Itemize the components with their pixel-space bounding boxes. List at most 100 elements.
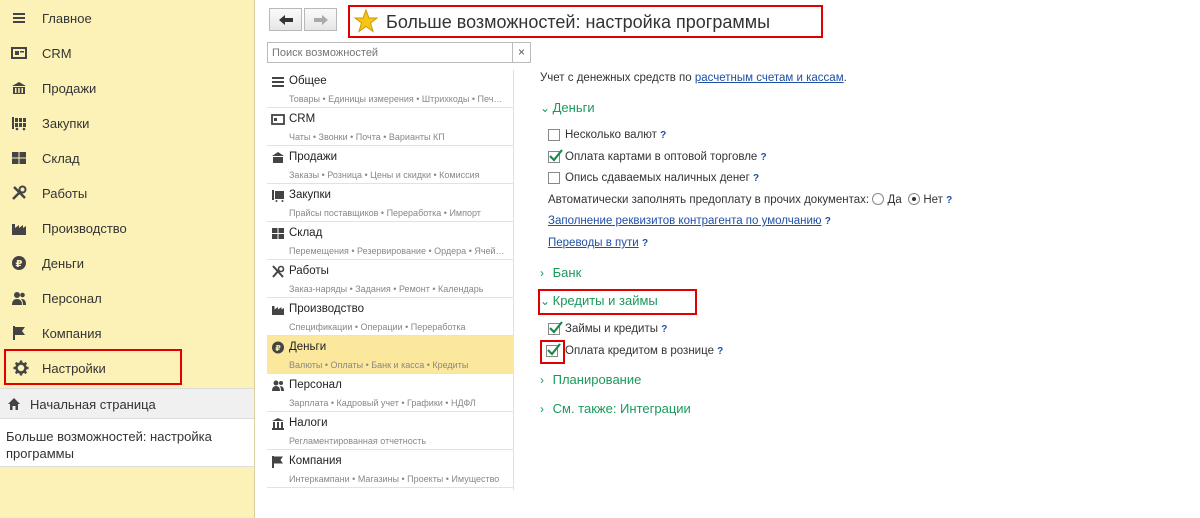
- intro-end: .: [843, 72, 847, 84]
- open-window-tab[interactable]: Больше возможностей: настройка программы: [0, 419, 254, 467]
- credit-retail-checkbox[interactable]: [546, 343, 561, 357]
- autofill-prepay-row: Автоматически заполнять предоплату в про…: [548, 193, 952, 206]
- category-subtitle: Прайсы поставщиков • Переработка • Импор…: [289, 208, 481, 218]
- card-payment-row: Оплата картами в оптовой торговле ?: [565, 151, 767, 163]
- card-payment-checkbox[interactable]: [548, 149, 563, 163]
- sidebar-item-production[interactable]: Производство: [0, 211, 254, 246]
- category-title: Деньги: [289, 341, 327, 353]
- sidebar-item-label: Склад: [42, 151, 80, 166]
- category-subtitle: Регламентированная отчетность: [289, 436, 427, 446]
- sidebar-item-label: Персонал: [42, 291, 102, 306]
- category-taxes[interactable]: Налоги Регламентированная отчетность: [267, 412, 514, 450]
- section-planning[interactable]: › Планирование: [540, 372, 641, 387]
- sidebar-item-label: Производство: [42, 221, 127, 236]
- category-purchases[interactable]: Закупки Прайсы поставщиков • Переработка…: [267, 184, 514, 222]
- category-general[interactable]: Общее Товары • Единицы измерения • Штрих…: [267, 70, 514, 108]
- section-see-also[interactable]: › См. также: Интеграции: [540, 401, 691, 416]
- menu-lines-icon: [13, 13, 25, 23]
- people-icon: [12, 292, 26, 305]
- clear-search-button[interactable]: ×: [512, 42, 531, 63]
- category-sales[interactable]: Продажи Заказы • Розница • Цены и скидки…: [267, 146, 514, 184]
- crm-card-icon: [11, 47, 27, 59]
- cash-inventory-checkbox[interactable]: [548, 172, 560, 184]
- arrow-right-icon: [313, 14, 328, 25]
- home-page-tab[interactable]: Начальная страница: [0, 388, 254, 419]
- flag-icon: [13, 326, 25, 340]
- category-subtitle: Интеркампани • Магазины • Проекты • Имущ…: [289, 474, 500, 484]
- category-subtitle: Зарплата • Кадровый учет • Графики • НДФ…: [289, 398, 476, 408]
- search-input[interactable]: [267, 42, 513, 63]
- category-subtitle: Спецификации • Операции • Переработка: [289, 322, 466, 332]
- category-company[interactable]: Компания Интеркампани • Магазины • Проек…: [267, 450, 514, 488]
- fill-details-row: Заполнение реквизитов контрагента по умо…: [548, 215, 831, 227]
- multi-currency-checkbox[interactable]: [548, 129, 560, 141]
- section-planning-label: Планирование: [552, 372, 642, 387]
- settings-panel: Учет с денежных средств по расчетным сче…: [530, 0, 1200, 518]
- category-title: CRM: [289, 113, 316, 125]
- category-works[interactable]: Работы Заказ-наряды • Задания • Ремонт •…: [267, 260, 514, 298]
- loans-checkbox[interactable]: [548, 321, 563, 335]
- multi-currency-label: Несколько валют: [565, 129, 657, 141]
- category-subtitle: Чаты • Звонки • Почта • Варианты КП: [289, 132, 445, 142]
- category-title: Налоги: [289, 417, 328, 429]
- help-icon[interactable]: ?: [761, 152, 767, 163]
- category-list: Общее Товары • Единицы измерения • Штрих…: [267, 70, 514, 490]
- warehouse-grid-icon: [272, 228, 284, 239]
- radio-yes[interactable]: [872, 193, 885, 205]
- sidebar-item-personnel[interactable]: Персонал: [0, 281, 254, 316]
- fill-details-link[interactable]: Заполнение реквизитов контрагента по умо…: [548, 215, 822, 227]
- help-icon[interactable]: ?: [717, 346, 723, 357]
- sidebar-item-company[interactable]: Компания: [0, 316, 254, 351]
- sidebar-item-money[interactable]: ₽ Деньги: [0, 246, 254, 281]
- section-bank-label: Банк: [552, 265, 582, 280]
- sidebar-item-crm[interactable]: CRM: [0, 36, 254, 71]
- category-subtitle: Валюты • Оплаты • Банк и касса • Кредиты: [289, 360, 469, 370]
- section-bank[interactable]: › Банк: [540, 265, 581, 280]
- home-page-label: Начальная страница: [30, 397, 156, 412]
- cash-inventory-row: Опись сдаваемых наличных денег ?: [565, 172, 759, 184]
- taxes-building-icon: [272, 418, 284, 430]
- forward-button[interactable]: [304, 8, 337, 31]
- chevron-right-icon: ›: [540, 266, 544, 280]
- checkmark-icon: [549, 321, 563, 334]
- purchase-grid-icon: [12, 117, 26, 131]
- section-credits[interactable]: ⌄ Кредиты и займы: [540, 293, 658, 308]
- help-icon[interactable]: ?: [946, 195, 952, 206]
- factory-icon: [12, 224, 26, 235]
- sidebar-item-label: Продажи: [42, 81, 97, 96]
- loans-row: Займы и кредиты ?: [565, 323, 667, 335]
- sidebar-item-purchases[interactable]: Закупки: [0, 106, 254, 141]
- help-icon[interactable]: ?: [825, 216, 831, 227]
- purchase-grid-icon: [272, 190, 284, 202]
- sidebar-item-warehouse[interactable]: Склад: [0, 141, 254, 176]
- help-icon[interactable]: ?: [753, 173, 759, 184]
- category-crm[interactable]: CRM Чаты • Звонки • Почта • Варианты КП: [267, 108, 514, 146]
- category-production[interactable]: Производство Спецификации • Операции • П…: [267, 298, 514, 336]
- tools-icon: [12, 185, 27, 200]
- category-warehouse[interactable]: Склад Перемещения • Резервирование • Орд…: [267, 222, 514, 260]
- help-icon[interactable]: ?: [661, 324, 667, 335]
- sidebar-item-label: Настройки: [42, 361, 106, 376]
- section-money[interactable]: ⌄ Деньги: [540, 100, 595, 115]
- shop-basket-icon: [272, 152, 284, 163]
- section-see-also-label: См. также: Интеграции: [552, 401, 691, 416]
- svg-text:₽: ₽: [16, 259, 23, 270]
- radio-no[interactable]: [908, 193, 921, 205]
- category-personnel[interactable]: Персонал Зарплата • Кадровый учет • Граф…: [267, 374, 514, 412]
- radio-no-label: Нет: [923, 194, 943, 206]
- category-subtitle: Перемещения • Резервирование • Ордера • …: [289, 246, 505, 256]
- sidebar-item-works[interactable]: Работы: [0, 176, 254, 211]
- back-button[interactable]: [269, 8, 302, 31]
- transfers-link[interactable]: Переводы в пути: [548, 237, 639, 249]
- chevron-right-icon: ›: [540, 402, 544, 416]
- sidebar-item-settings[interactable]: Настройки: [4, 349, 182, 385]
- help-icon[interactable]: ?: [660, 130, 666, 141]
- category-money[interactable]: ₽ Деньги Валюты • Оплаты • Банк и касса …: [267, 336, 514, 374]
- star-icon[interactable]: [354, 9, 378, 33]
- accounts-link[interactable]: расчетным счетам и кассам: [695, 72, 844, 84]
- help-icon[interactable]: ?: [642, 238, 648, 249]
- section-credits-label: Кредиты и займы: [552, 293, 658, 308]
- category-subtitle: Заказ-наряды • Задания • Ремонт • Календ…: [289, 284, 484, 294]
- sidebar-item-sales[interactable]: Продажи: [0, 71, 254, 106]
- sidebar-item-main[interactable]: Главное: [0, 1, 254, 36]
